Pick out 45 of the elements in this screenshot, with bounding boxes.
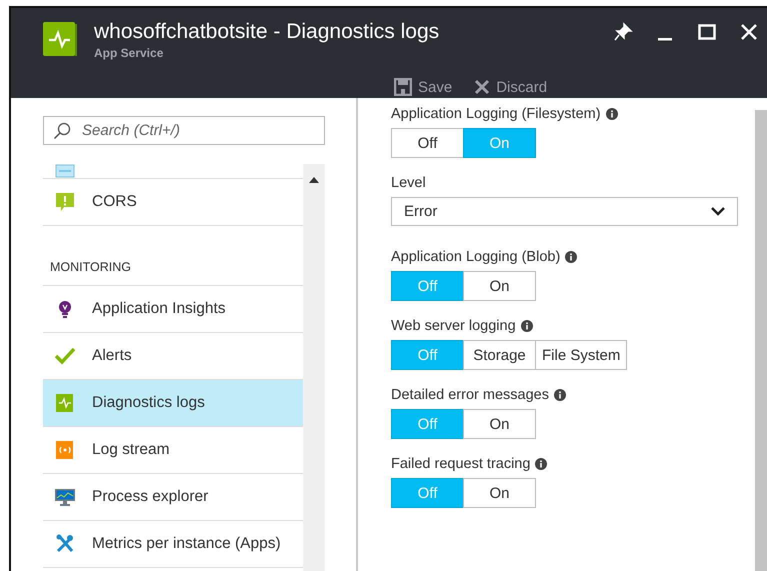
info-icon[interactable]: [535, 458, 548, 470]
setting-label: Application Logging (Blob): [391, 249, 560, 265]
setting-label: Failed request tracing: [391, 456, 530, 472]
stream-icon: [55, 440, 75, 460]
toggle-option[interactable]: Storage: [463, 340, 536, 370]
setting-label: Application Logging (Filesystem): [391, 106, 601, 122]
document-icon: [55, 164, 75, 178]
window-subtitle: App Service: [94, 46, 164, 60]
chevron-down-icon: [711, 207, 725, 216]
search-field[interactable]: Search (Ctrl+/): [43, 116, 325, 145]
setting-label: Level: [391, 175, 426, 191]
diagnostics-icon: [55, 393, 75, 413]
checkmark-icon: [55, 346, 75, 366]
toggle-option[interactable]: Off: [391, 128, 464, 158]
close-icon: [474, 79, 490, 95]
toolbar-button[interactable]: Discard: [470, 76, 552, 98]
scrollbar[interactable]: [755, 110, 767, 571]
sidebar-item[interactable]: CORS: [43, 179, 303, 226]
sidebar-item[interactable]: Diagnostics logs: [43, 380, 303, 427]
info-icon[interactable]: [565, 251, 578, 263]
speech-bubble-icon: [55, 192, 75, 212]
search-icon: [53, 122, 71, 140]
toggle-option[interactable]: On: [463, 478, 536, 508]
sidebar-item[interactable]: Log stream: [43, 427, 303, 474]
app-service-icon: [43, 22, 77, 56]
window-title: whosoffchatbotsite - Diagnostics logs: [94, 19, 440, 45]
toolbar-button[interactable]: Save: [390, 76, 456, 98]
scroll-up-icon[interactable]: [309, 177, 319, 183]
info-icon[interactable]: [520, 320, 533, 332]
pin-icon[interactable]: [613, 22, 633, 42]
toggle-option[interactable]: File System: [535, 340, 628, 370]
wrench-screwdriver-icon: [55, 534, 75, 554]
close-icon[interactable]: [739, 22, 759, 42]
setting-label: Detailed error messages: [391, 387, 549, 403]
sidebar-item[interactable]: Process explorer: [43, 474, 303, 521]
scrollbar[interactable]: [303, 164, 325, 571]
level-dropdown[interactable]: Error: [391, 197, 738, 226]
setting-label: Web server logging: [391, 318, 516, 334]
info-icon[interactable]: [554, 389, 566, 401]
maximize-icon[interactable]: [697, 22, 717, 42]
monitor-icon: [55, 487, 75, 507]
save-icon: [394, 78, 412, 96]
info-icon[interactable]: [606, 108, 618, 120]
toggle-option[interactable]: On: [463, 409, 536, 439]
toggle-option[interactable]: On: [463, 271, 536, 301]
